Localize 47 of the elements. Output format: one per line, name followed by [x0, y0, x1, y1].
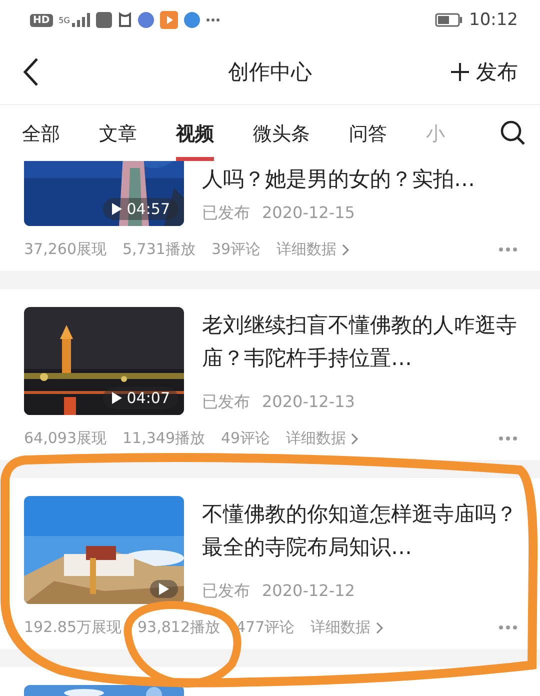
comments-count: 477评论: [236, 618, 295, 637]
chevron-icon: [376, 622, 384, 634]
plays-count: 11,349播放: [122, 429, 205, 448]
app-icon: [118, 12, 132, 28]
more-icon: [206, 18, 220, 22]
play-app-icon: [160, 11, 178, 29]
battery-icon: [435, 13, 463, 27]
publish-status: 已发布: [202, 581, 250, 602]
publish-date: 2020-12-15: [262, 203, 355, 224]
hd-badge: HD: [30, 14, 53, 26]
category-tab[interactable]: 文章: [99, 109, 137, 161]
play-icon: [110, 391, 123, 405]
impressions-count: 64,093展现: [24, 429, 106, 448]
impressions-count: 192.85万展现: [24, 618, 122, 637]
chevron-icon: [342, 244, 350, 256]
video-duration: 04:57: [126, 200, 170, 218]
publish-button[interactable]: 发布: [450, 58, 518, 86]
signal-icon: [72, 13, 90, 27]
video-duration: 04:07: [126, 389, 170, 407]
plays-count: 93,812播放: [138, 618, 220, 637]
comments-count: 39评论: [211, 240, 261, 259]
publish-date: 2020-12-13: [262, 392, 355, 413]
category-tab[interactable]: 微头条: [253, 109, 310, 161]
more-icon[interactable]: [498, 436, 518, 441]
publish-status: 已发布: [202, 203, 250, 224]
comments-count: 49评论: [221, 429, 270, 448]
page-title: 创作中心: [228, 59, 312, 86]
network-label: 5G: [58, 16, 70, 24]
search-icon[interactable]: [500, 120, 526, 146]
clock-time: 10:12: [469, 10, 518, 30]
impressions-count: 37,260展现: [24, 240, 106, 259]
video-title[interactable]: 老刘继续扫盲不懂佛教的人咋逛寺庙？韦陀杵手持位置…: [202, 309, 518, 375]
video-title[interactable]: 不懂佛教的你知道怎样逛寺庙吗？最全的寺院布局知识…: [202, 498, 518, 564]
video-title[interactable]: 人吗？她是男的女的？实拍…: [202, 163, 518, 196]
plays-count: 5,731播放: [122, 240, 196, 259]
category-tab[interactable]: 问答: [349, 109, 387, 161]
more-icon[interactable]: [498, 247, 518, 252]
plus-icon: [450, 62, 470, 82]
play-icon: [158, 582, 170, 596]
more-icon[interactable]: [498, 625, 518, 630]
publish-date: 2020-12-12: [262, 581, 355, 602]
back-icon[interactable]: [22, 57, 40, 87]
category-tab[interactable]: 全部: [22, 109, 60, 161]
app-icon: [96, 12, 112, 28]
publish-status: 已发布: [202, 392, 250, 413]
play-icon: [110, 202, 123, 216]
chevron-icon: [351, 432, 360, 444]
